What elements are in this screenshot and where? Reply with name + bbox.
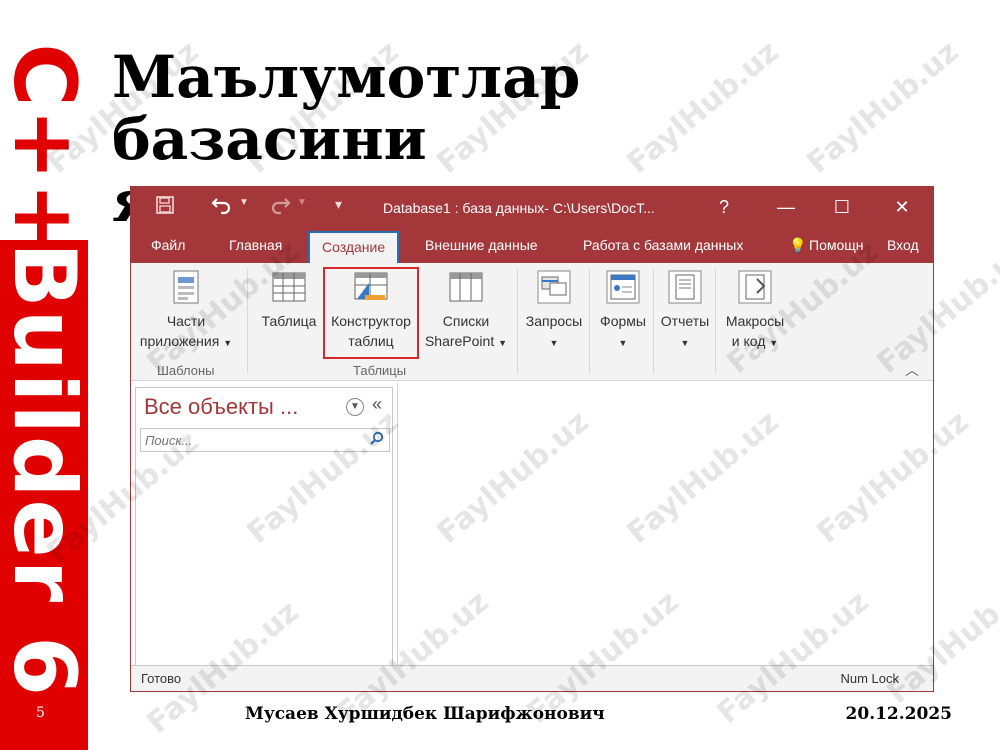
help-button[interactable]: ? xyxy=(709,197,739,218)
queries-label: Запросы xyxy=(525,313,583,329)
side-banner: C++ Builder 6 5 xyxy=(0,0,94,750)
forms-dropdown-icon: ▼ xyxy=(618,338,628,348)
search-icon[interactable] xyxy=(367,431,387,449)
reports-dropdown-icon: ▼ xyxy=(680,338,690,348)
close-button[interactable]: ✕ xyxy=(887,197,917,218)
macros-button[interactable]: Макросы и код ▼ xyxy=(717,269,793,353)
redo-dropdown-icon[interactable]: ▼ xyxy=(297,197,307,208)
save-icon[interactable] xyxy=(155,195,175,221)
application-parts-label1: Части xyxy=(166,313,206,329)
tell-me-icon[interactable]: 💡 xyxy=(789,237,806,254)
status-ready: Готово xyxy=(141,671,182,686)
table-design-button[interactable]: Конструктор таблиц xyxy=(323,267,419,359)
footer-date: 20.12.2025 xyxy=(845,704,952,724)
queries-dropdown-icon: ▼ xyxy=(549,338,559,348)
macros-label2: и код xyxy=(731,333,766,349)
document-workspace xyxy=(397,383,933,665)
nav-pane-collapse-icon[interactable]: « xyxy=(372,394,382,415)
tab-database-tools[interactable]: Работа с базами данных xyxy=(583,237,743,253)
tab-external-data[interactable]: Внешние данные xyxy=(425,237,538,253)
table-design-label2: таблиц xyxy=(348,333,394,349)
sharepoint-lists-label1: Списки xyxy=(442,313,490,329)
tab-home[interactable]: Главная xyxy=(229,237,282,253)
undo-icon[interactable] xyxy=(211,193,233,221)
nav-search-input[interactable] xyxy=(141,429,361,451)
queries-icon xyxy=(536,269,572,305)
customize-qat-icon[interactable]: ▾ xyxy=(335,196,342,213)
footer-author: Мусаев Хуршидбек Шарифжонович xyxy=(245,704,605,724)
table-design-label1: Конструктор xyxy=(331,313,411,329)
nav-search-box xyxy=(140,428,390,452)
access-window: ▼ ▼ ▾ Database1 : база данных- C:\Users\… xyxy=(130,186,934,692)
ribbon-separator xyxy=(589,269,590,373)
ribbon: Части приложения ▼ Шаблоны Таблица Конст… xyxy=(131,263,933,381)
window-title: Database1 : база данных- C:\Users\DocT..… xyxy=(383,200,655,216)
queries-button[interactable]: Запросы ▼ xyxy=(521,269,587,353)
page-number: 5 xyxy=(36,705,45,721)
application-parts-icon xyxy=(168,269,204,305)
slide-title-line1: Маълумотлар базасини xyxy=(112,43,581,173)
side-banner-top-text: C++ xyxy=(0,43,94,257)
macros-label1: Макросы xyxy=(725,313,785,329)
tab-file[interactable]: Файл xyxy=(151,237,185,253)
redo-icon[interactable] xyxy=(269,193,291,221)
collapse-ribbon-icon[interactable]: ︿ xyxy=(905,360,919,380)
table-design-icon xyxy=(353,269,389,305)
forms-button[interactable]: Формы ▼ xyxy=(593,269,653,353)
nav-pane-dropdown-icon[interactable]: ▼ xyxy=(346,398,364,416)
reports-label: Отчеты xyxy=(660,313,710,329)
status-bar: Готово Num Lock xyxy=(131,665,933,691)
table-button[interactable]: Таблица xyxy=(257,269,321,331)
undo-dropdown-icon[interactable]: ▼ xyxy=(239,197,249,208)
forms-icon xyxy=(605,269,641,305)
tab-sign-in[interactable]: Вход xyxy=(887,237,919,253)
ribbon-separator xyxy=(653,269,654,373)
application-parts-dropdown-icon: ▼ xyxy=(223,338,233,348)
reports-icon xyxy=(667,269,703,305)
table-label: Таблица xyxy=(261,313,317,329)
tab-tell-me[interactable]: Помощн xyxy=(809,237,864,253)
status-num-lock: Num Lock xyxy=(840,671,899,686)
group-tables-label: Таблицы xyxy=(353,363,407,378)
reports-button[interactable]: Отчеты ▼ xyxy=(655,269,715,353)
group-templates-label: Шаблоны xyxy=(157,363,215,378)
sharepoint-lists-icon xyxy=(448,269,484,305)
maximize-button[interactable]: ☐ xyxy=(827,197,857,218)
navigation-pane: Все объекты ... ▼ « xyxy=(135,387,393,667)
tab-create[interactable]: Создание xyxy=(308,231,400,263)
application-parts-button[interactable]: Части приложения ▼ xyxy=(137,269,235,353)
sharepoint-lists-label2: SharePoint xyxy=(424,333,495,349)
ribbon-separator xyxy=(247,269,248,373)
sharepoint-dropdown-icon: ▼ xyxy=(498,338,508,348)
ribbon-tabs: Файл Главная Создание Внешние данные Раб… xyxy=(131,229,933,263)
macros-icon xyxy=(737,269,773,305)
sharepoint-lists-button[interactable]: Списки SharePoint ▼ xyxy=(421,269,511,353)
table-icon xyxy=(271,269,307,305)
side-banner-bottom-text: Builder 6 xyxy=(0,242,94,698)
nav-pane-header[interactable]: Все объекты ... xyxy=(144,394,298,420)
minimize-button[interactable]: — xyxy=(771,197,801,218)
title-bar: ▼ ▼ ▾ Database1 : база данных- C:\Users\… xyxy=(131,187,933,229)
forms-label: Формы xyxy=(600,313,646,329)
application-parts-label2: приложения xyxy=(139,333,220,349)
ribbon-separator xyxy=(517,269,518,373)
ribbon-separator xyxy=(715,269,716,373)
macros-dropdown-icon: ▼ xyxy=(769,338,779,348)
